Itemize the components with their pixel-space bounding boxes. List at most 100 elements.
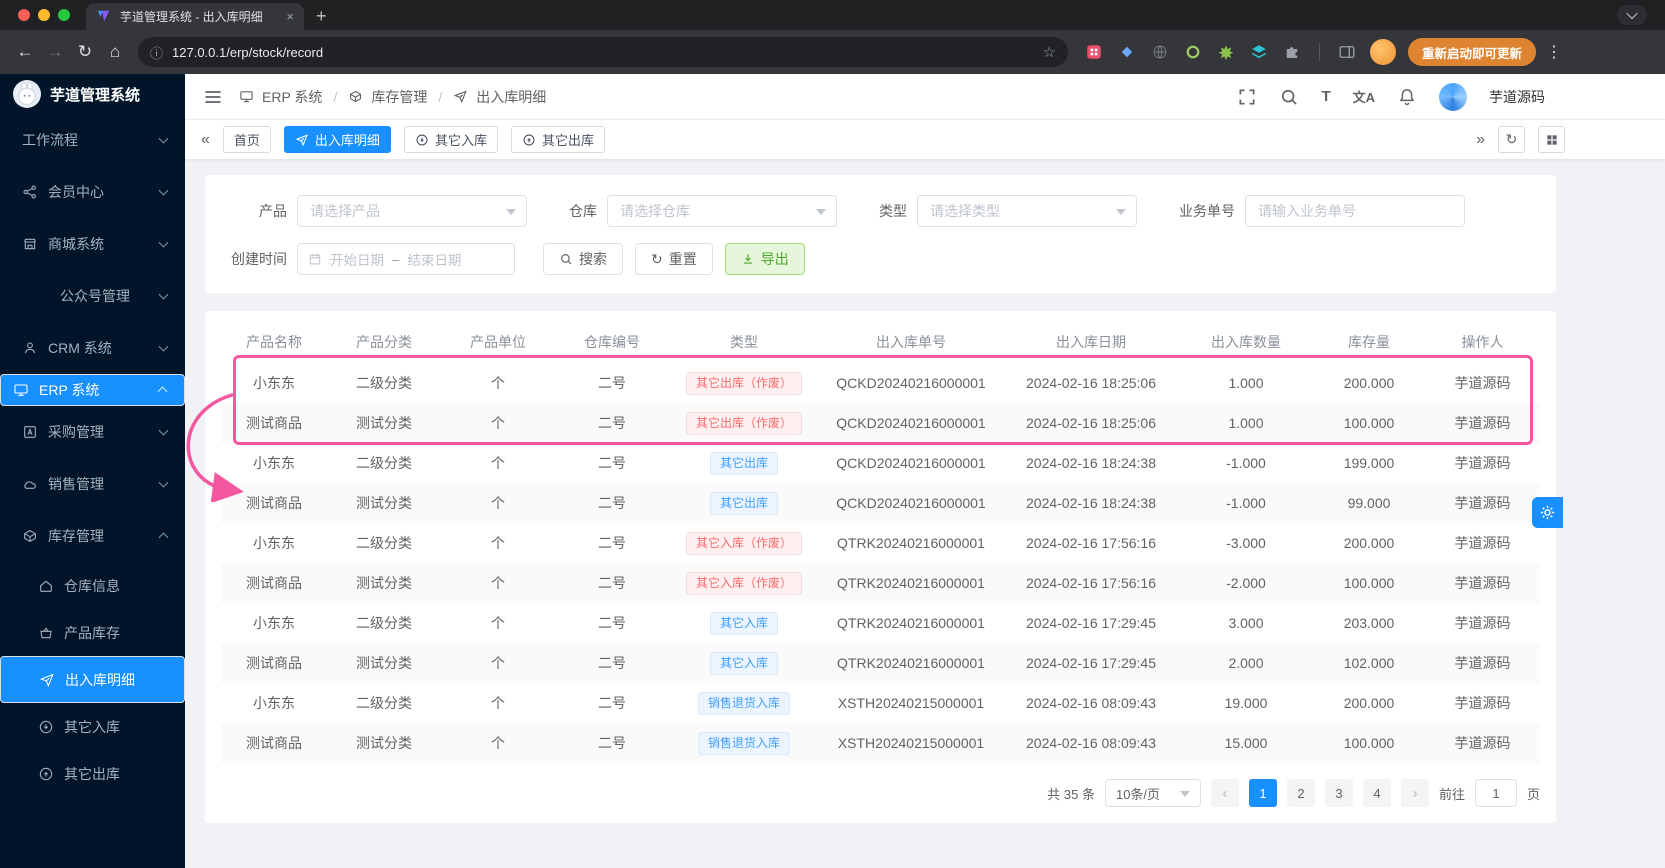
cell-quantity: 15.000 [1224,735,1268,751]
username[interactable]: 芋道源码 [1489,87,1545,107]
back-button[interactable]: ← [10,37,40,67]
sidebar-item-workflow[interactable]: 工作流程 [0,114,185,166]
type-badge: 销售退货入库 [697,731,790,755]
translate-icon[interactable]: 文A [1353,87,1375,106]
bizno-input[interactable] [1245,195,1465,227]
sidebar-item-member-center[interactable]: 会员中心 [0,166,185,218]
breadcrumb-item-inventory[interactable]: 库存管理 [371,87,427,107]
browser-tab[interactable]: 芋道管理系统 - 出入库明细 × [86,3,304,30]
sidebar-item-other-stock-in[interactable]: 其它入库 [0,703,185,750]
extensions-puzzle-icon[interactable] [1282,42,1302,62]
page-button-4[interactable]: 4 [1362,779,1391,807]
col-unit: 产品单位 [470,334,526,350]
page-button-1[interactable]: 1 [1248,779,1277,807]
settings-fab[interactable] [1532,497,1563,528]
cell-date: 2024-02-16 17:29:45 [1026,655,1156,671]
cell-warehouse: 二号 [598,455,626,471]
send-icon [39,673,54,687]
browser-profile-avatar[interactable] [1370,39,1396,65]
close-window-button[interactable] [18,9,30,21]
extension-grid-icon[interactable] [1084,42,1104,62]
extension-burst-icon[interactable] [1216,42,1236,62]
type-select[interactable]: 请选择类型 [917,195,1137,227]
sidebar-item-inventory-mgmt[interactable]: 库存管理 [0,510,185,562]
tag-stock-record[interactable]: 出入库明细 [283,126,391,153]
sidebar-item-product-stock[interactable]: 产品库存 [0,609,185,656]
tag-other-stock-out[interactable]: 其它出库 [510,126,605,153]
breadcrumb-item-erp[interactable]: ERP 系统 [262,87,322,107]
tags-menu-button[interactable] [1538,126,1565,153]
refresh-tab-button[interactable]: ↻ [1498,126,1525,153]
sidebar-item-purchase-mgmt[interactable]: 采购管理 [0,406,185,458]
col-date: 出入库日期 [1056,334,1126,350]
extension-diamond-icon[interactable] [1117,42,1137,62]
warehouse-select[interactable]: 请选择仓库 [607,195,837,227]
scroll-right-icon[interactable]: » [1476,131,1485,149]
browser-menu-icon[interactable]: ⋮ [1536,42,1572,62]
col-type: 类型 [730,334,758,350]
font-size-icon[interactable]: T [1321,88,1330,105]
goto-page-input[interactable] [1474,779,1517,807]
side-panel-icon[interactable] [1337,42,1357,62]
sidebar-item-label: 库存管理 [48,528,104,544]
date-range-picker[interactable]: 开始日期 – 结束日期 [297,243,515,275]
cell-product: 测试商品 [246,415,302,431]
address-bar[interactable]: ⓘ 127.0.0.1/erp/stock/record ☆ [138,37,1068,67]
page-button-3[interactable]: 3 [1324,779,1353,807]
extension-layers-icon[interactable] [1249,42,1269,62]
site-info-icon[interactable]: ⓘ [150,43,163,62]
hamburger-menu-icon[interactable] [203,87,223,107]
sidebar-item-crm-system[interactable]: CRM 系统 [0,322,185,374]
type-badge: 其它出库 [709,491,778,515]
minimize-window-button[interactable] [38,9,50,21]
filter-type: 类型 请选择类型 [879,195,1137,227]
bell-icon[interactable] [1397,87,1417,107]
tab-search-button[interactable] [1617,5,1647,25]
sidebar-item-stock-record[interactable]: 出入库明细 [0,656,185,703]
browser-update-button[interactable]: 重新启动即可更新 [1408,38,1537,66]
prev-page-button[interactable]: ‹ [1210,779,1239,807]
scroll-left-icon[interactable]: « [201,131,210,149]
cell-type: 其它出库 [669,483,819,523]
sidebar-item-other-stock-out[interactable]: 其它出库 [0,750,185,797]
app-logo[interactable]: 芋道管理系统 [0,74,185,114]
cell-operator: 芋道源码 [1454,375,1511,391]
close-tab-icon[interactable]: × [286,9,294,24]
extension-globe-icon[interactable] [1150,42,1170,62]
page-button-2[interactable]: 2 [1286,779,1315,807]
sidebar-item-erp-system[interactable]: ERP 系统 [0,374,185,406]
reset-button[interactable]: ↻ 重置 [635,243,713,275]
page-size-select[interactable]: 10条/页 [1104,779,1201,807]
home-button[interactable]: ⌂ [100,37,130,67]
chevron-down-icon [158,425,169,436]
page-size-value: 10条/页 [1115,786,1161,802]
breadcrumb-separator: / [438,88,443,105]
cell-unit: 个 [491,455,505,471]
tag-home[interactable]: 首页 [222,126,271,153]
sidebar-item-mall-system[interactable]: 商城系统 [0,218,185,270]
extension-ring-icon[interactable] [1183,42,1203,62]
user-avatar[interactable] [1439,82,1467,111]
breadcrumb-item-stock-record[interactable]: 出入库明细 [476,87,546,107]
reload-button[interactable]: ↻ [70,37,100,67]
cell-stock: 100.000 [1343,575,1395,591]
fullscreen-icon[interactable] [1237,87,1257,107]
sidebar-item-sales-mgmt[interactable]: 销售管理 [0,458,185,510]
sidebar-item-warehouse-info[interactable]: 仓库信息 [0,562,185,609]
cell-unit: 个 [491,695,505,711]
search-icon[interactable] [1279,87,1299,107]
forward-button[interactable]: → [40,37,70,67]
bookmark-star-icon[interactable]: ☆ [1043,43,1056,61]
sidebar-item-label: 商城系统 [48,236,104,252]
export-button[interactable]: 导出 [724,243,805,275]
sidebar-item-official-account[interactable]: 公众号管理 [0,270,185,322]
cell-order-no: XSTH20240215000001 [837,695,985,711]
zoom-window-button[interactable] [58,9,70,21]
search-button[interactable]: 搜索 [543,243,623,275]
tag-other-stock-in[interactable]: 其它入库 [403,126,498,153]
next-page-button[interactable]: › [1400,779,1429,807]
new-tab-button[interactable]: + [304,3,339,30]
product-select[interactable]: 请选择产品 [297,195,527,227]
header-actions: T 文A 芋道源码 [1237,82,1545,111]
browser-toolbar: ← → ↻ ⌂ ⓘ 127.0.0.1/erp/stock/record ☆ 重… [0,30,1665,74]
